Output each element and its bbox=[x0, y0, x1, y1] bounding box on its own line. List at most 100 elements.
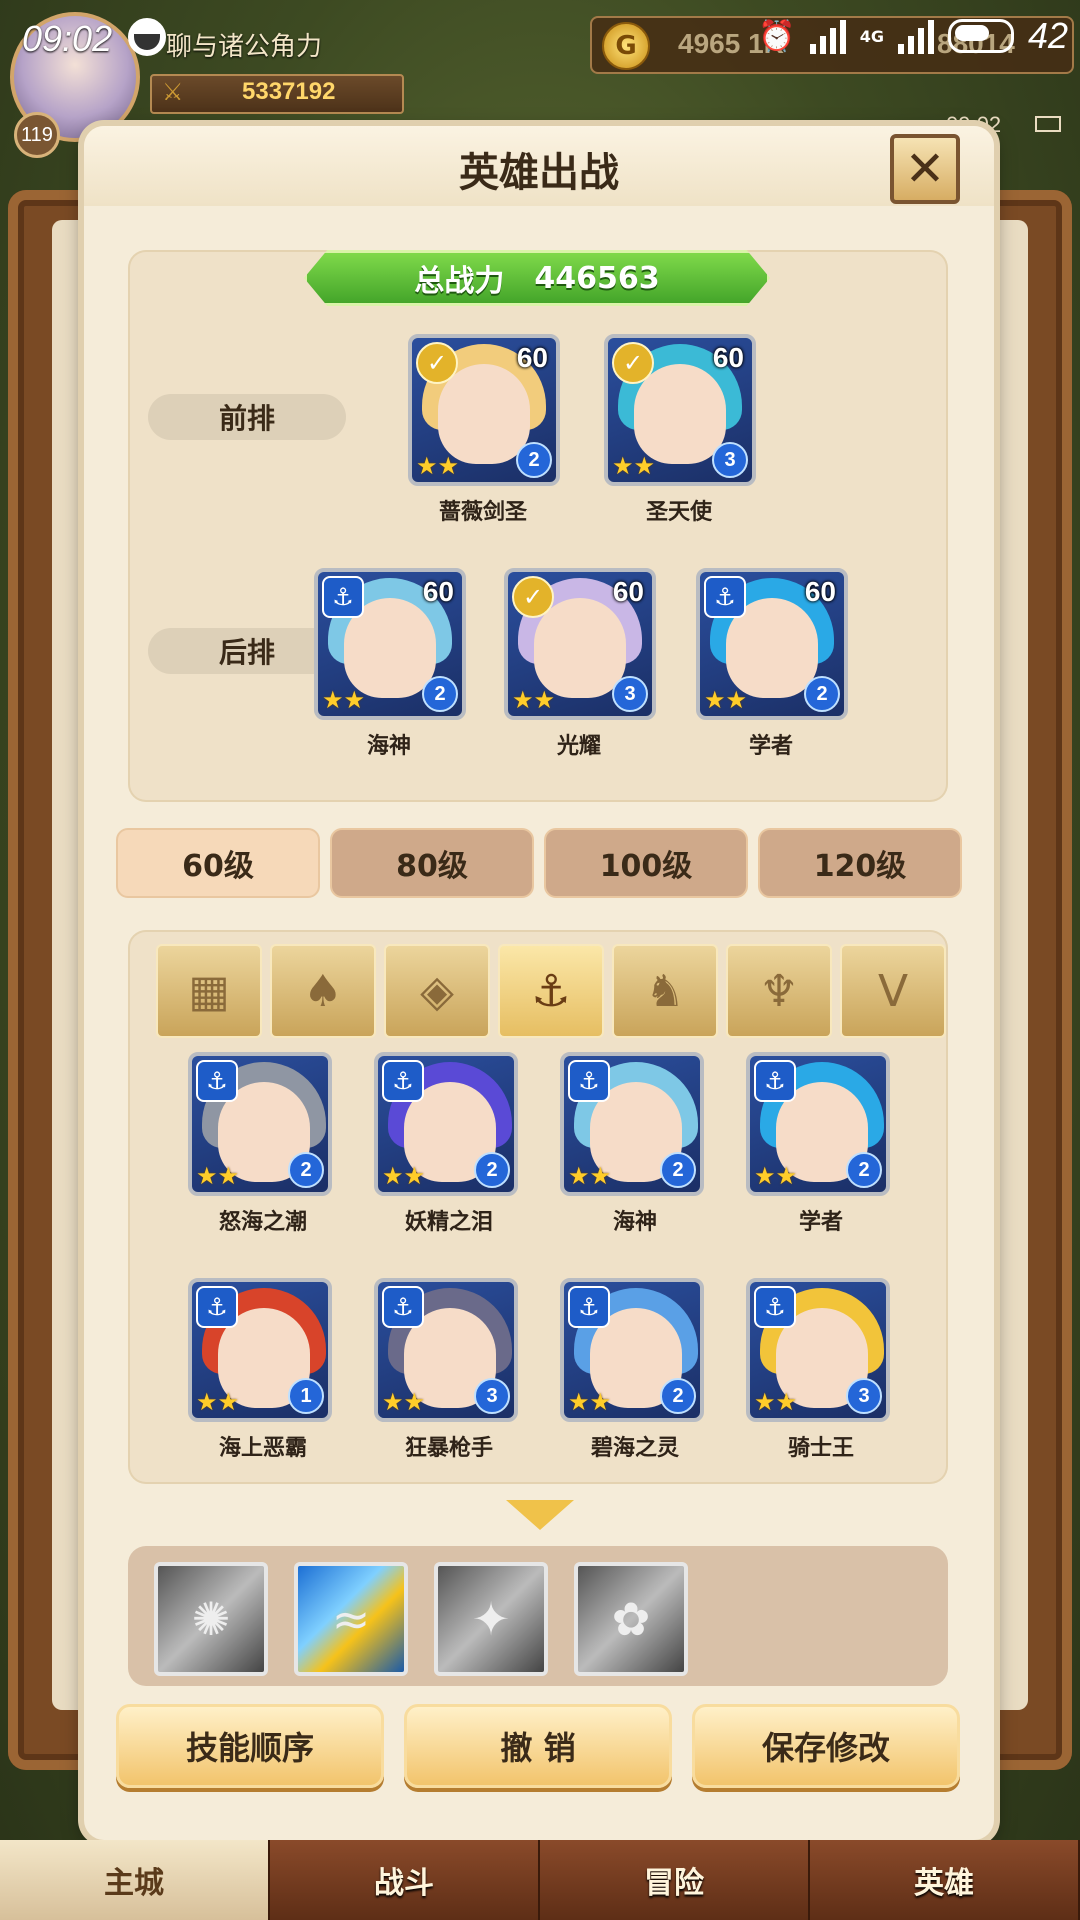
hero-face bbox=[634, 364, 726, 464]
hero-portrait[interactable]: ⚓ ★★ 2 bbox=[746, 1052, 890, 1196]
nav-tab[interactable]: 英雄 bbox=[810, 1840, 1080, 1920]
hero-slot[interactable]: ⚓ ★★ 3 狂暴枪手 bbox=[374, 1278, 524, 1462]
hero-portrait[interactable]: ⚓ ★★ 3 bbox=[374, 1278, 518, 1422]
hero-portrait[interactable]: 60 ✓ ★★ 2 bbox=[408, 334, 560, 486]
level-tab[interactable]: 120级 bbox=[758, 828, 962, 898]
scroll-down-arrow-icon[interactable] bbox=[506, 1500, 574, 1530]
filter-button[interactable]: ⚓ bbox=[498, 944, 604, 1038]
star-rating: ★★ bbox=[382, 1162, 426, 1190]
hero-slot[interactable]: 60 ✓ ★★ 2 蔷薇剑圣 bbox=[408, 334, 560, 526]
level-tab[interactable]: 100级 bbox=[544, 828, 748, 898]
chevron-badge-icon: ✓ bbox=[612, 342, 654, 384]
hero-slot[interactable]: ⚓ ★★ 1 海上恶霸 bbox=[188, 1278, 338, 1462]
gold-amount: 4965 bbox=[678, 28, 741, 59]
dragon-skill-icon: ✦ bbox=[471, 1592, 511, 1646]
skill-slot[interactable]: ≈ bbox=[294, 1562, 408, 1676]
anchor-icon: ⚓ bbox=[704, 576, 746, 618]
hero-name: 学者 bbox=[748, 734, 793, 759]
player-power-value: 5337192 bbox=[242, 78, 336, 105]
hero-slot[interactable]: ⚓ ★★ 2 怒海之潮 bbox=[188, 1052, 338, 1236]
horn-icon: ♆ bbox=[759, 965, 799, 1017]
status-time: 09:02 bbox=[22, 18, 113, 59]
hero-level: 60 bbox=[422, 576, 454, 607]
filter-button[interactable]: V bbox=[840, 944, 946, 1038]
save-changes-button[interactable]: 保存修改 bbox=[692, 1704, 960, 1788]
hero-slot[interactable]: 60 ⚓ ★★ 2 海神 bbox=[314, 568, 466, 760]
hero-portrait[interactable]: ⚓ ★★ 2 bbox=[560, 1278, 704, 1422]
skill-slot[interactable]: ✦ bbox=[434, 1562, 548, 1676]
skill-slot[interactable]: ✿ bbox=[574, 1562, 688, 1676]
star-rating: ★★ bbox=[322, 686, 366, 714]
status-right-group: ⏰ 4G 42 bbox=[758, 15, 1068, 56]
hero-portrait[interactable]: ⚓ ★★ 1 bbox=[188, 1278, 332, 1422]
action-bar: 技能顺序 撤 销 保存修改 bbox=[116, 1704, 960, 1788]
skill-bar: ✺ ≈ ✦ ✿ bbox=[128, 1546, 948, 1686]
star-level-badge: 3 bbox=[474, 1378, 510, 1414]
anchor-icon: ⚓ bbox=[568, 1286, 610, 1328]
battery-icon bbox=[947, 19, 1014, 53]
level-tab-bar: 60级 80级 100级 120级 bbox=[116, 828, 962, 898]
nav-tab[interactable]: 冒险 bbox=[540, 1840, 810, 1920]
hero-slot[interactable]: ⚓ ★★ 2 海神 bbox=[560, 1052, 710, 1236]
hero-portrait[interactable]: 60 ⚓ ★★ 2 bbox=[314, 568, 466, 720]
hero-portrait[interactable]: ⚓ ★★ 2 bbox=[374, 1052, 518, 1196]
level-tab[interactable]: 60级 bbox=[116, 828, 320, 898]
hero-slot[interactable]: 60 ✓ ★★ 3 光耀 bbox=[504, 568, 656, 760]
undo-button[interactable]: 撤 销 bbox=[404, 1704, 672, 1788]
anchor-icon: ⚓ bbox=[196, 1060, 238, 1102]
hero-name: 海上恶霸 bbox=[218, 1436, 307, 1461]
spirit-skill-icon: ✿ bbox=[611, 1592, 651, 1646]
hero-slot[interactable]: ⚓ ★★ 2 学者 bbox=[746, 1052, 896, 1236]
hero-portrait[interactable]: 60 ✓ ★★ 3 bbox=[604, 334, 756, 486]
hero-name: 海神 bbox=[612, 1210, 657, 1235]
star-rating: ★★ bbox=[754, 1388, 798, 1416]
hero-slot[interactable]: ⚓ ★★ 2 碧海之灵 bbox=[560, 1278, 710, 1462]
sub-battery-icon bbox=[1035, 116, 1061, 132]
skill-order-button[interactable]: 技能顺序 bbox=[116, 1704, 384, 1788]
hero-slot[interactable]: ⚓ ★★ 3 骑士王 bbox=[746, 1278, 896, 1462]
nav-tab[interactable]: 主城 bbox=[0, 1840, 270, 1920]
nav-tab[interactable]: 战斗 bbox=[270, 1840, 540, 1920]
star-level-badge: 2 bbox=[474, 1152, 510, 1188]
skill-slot[interactable]: ✺ bbox=[154, 1562, 268, 1676]
anchor-icon: ⚓ bbox=[531, 965, 571, 1017]
do-not-disturb-icon bbox=[128, 18, 166, 56]
filter-button[interactable]: ▦ bbox=[156, 944, 262, 1038]
anchor-icon: ⚓ bbox=[382, 1286, 424, 1328]
network-type: 4G bbox=[859, 26, 884, 46]
hero-portrait[interactable]: ⚓ ★★ 2 bbox=[560, 1052, 704, 1196]
hero-name: 碧海之灵 bbox=[590, 1436, 679, 1461]
hero-name: 妖精之泪 bbox=[404, 1210, 493, 1235]
star-rating: ★★ bbox=[382, 1388, 426, 1416]
wave-skill-icon: ≈ bbox=[331, 1592, 371, 1646]
hero-name: 圣天使 bbox=[645, 500, 712, 525]
hero-slot[interactable]: 60 ✓ ★★ 3 圣天使 bbox=[604, 334, 756, 526]
diamond-icon: ◈ bbox=[420, 965, 454, 1017]
star-level-badge: 2 bbox=[516, 442, 552, 478]
star-rating: ★★ bbox=[704, 686, 748, 714]
level-tab[interactable]: 80级 bbox=[330, 828, 534, 898]
dialog-title: 英雄出战 bbox=[459, 150, 619, 196]
star-rating: ★★ bbox=[568, 1162, 612, 1190]
grid-icon: ▦ bbox=[188, 965, 230, 1017]
faction-filter-bar: ▦ ♠ ◈ ⚓ ♞ ♆ V bbox=[156, 944, 946, 1038]
filter-button[interactable]: ♆ bbox=[726, 944, 832, 1038]
star-level-badge: 3 bbox=[846, 1378, 882, 1414]
total-power-banner: 总战力 446563 bbox=[304, 250, 770, 306]
hero-name: 海神 bbox=[366, 734, 411, 759]
hero-slot[interactable]: 60 ⚓ ★★ 2 学者 bbox=[696, 568, 848, 760]
close-button[interactable]: ✕ bbox=[890, 134, 960, 204]
filter-button[interactable]: ♠ bbox=[270, 944, 376, 1038]
hero-portrait[interactable]: 60 ✓ ★★ 3 bbox=[504, 568, 656, 720]
filter-button[interactable]: ◈ bbox=[384, 944, 490, 1038]
hero-face bbox=[438, 364, 530, 464]
crossed-swords-icon: ⚔ bbox=[162, 78, 184, 106]
lineup-panel: 总战力 446563 前排 后排 60 ✓ ★★ 2 蔷薇剑圣 60 ✓ ★★ 3 圣天使 60 ⚓… bbox=[128, 250, 948, 802]
hero-portrait[interactable]: ⚓ ★★ 3 bbox=[746, 1278, 890, 1422]
hero-portrait[interactable]: 60 ⚓ ★★ 2 bbox=[696, 568, 848, 720]
filter-button[interactable]: ♞ bbox=[612, 944, 718, 1038]
alarm-icon: ⏰ bbox=[758, 18, 796, 54]
hero-portrait[interactable]: ⚓ ★★ 2 bbox=[188, 1052, 332, 1196]
hero-slot[interactable]: ⚓ ★★ 2 妖精之泪 bbox=[374, 1052, 524, 1236]
player-level-badge: 119 bbox=[14, 112, 60, 158]
